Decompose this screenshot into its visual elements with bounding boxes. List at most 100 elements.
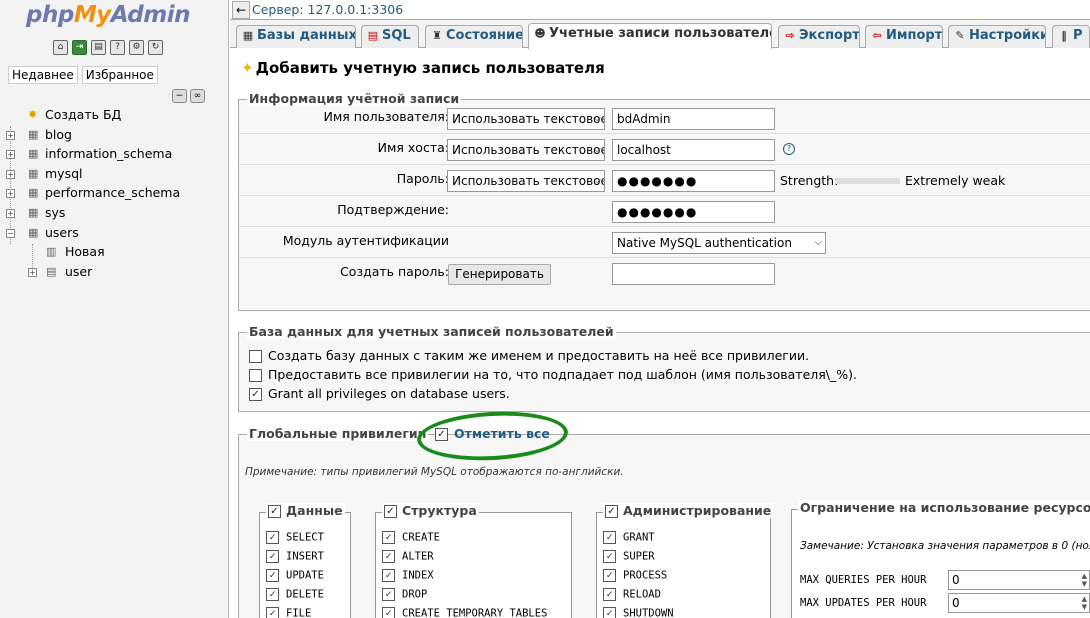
import-icon: ⇦: [872, 29, 882, 42]
username-row: Имя пользователя: Использовать текстовое…: [239, 103, 1090, 134]
auth-plugin-select[interactable]: Native MySQL authentication ⌵: [612, 232, 826, 254]
auth-plugin-row: Модуль аутентификации Native MySQL authe…: [239, 227, 1090, 258]
tree-item-users[interactable]: − ▦ users: [6, 224, 226, 244]
help-icon[interactable]: ?: [783, 143, 795, 155]
reload-icon[interactable]: ↻: [148, 40, 163, 55]
status-icon: ♜: [432, 29, 442, 42]
tab-databases[interactable]: ▦ Базы данных: [236, 25, 356, 48]
settings-icon[interactable]: ⚙: [129, 40, 144, 55]
priv-insert[interactable]: ✓ INSERT: [266, 550, 324, 563]
priv-drop[interactable]: ✓ DROP: [382, 588, 427, 601]
tree-item-blog[interactable]: + ▦ blog: [6, 126, 226, 146]
generate-password-button[interactable]: Генерировать: [448, 264, 551, 285]
checkbox[interactable]: [249, 369, 262, 382]
group-checkbox[interactable]: ✓: [384, 505, 397, 518]
checkbox-checked[interactable]: ✓: [249, 388, 262, 401]
expand-icon[interactable]: +: [28, 267, 37, 277]
check-all-toggle[interactable]: ✓ Отметить все: [435, 426, 550, 441]
priv-select[interactable]: ✓ SELECT: [266, 531, 324, 544]
exit-icon[interactable]: ⇥: [72, 40, 87, 55]
checkbox[interactable]: [249, 350, 262, 363]
priv-shutdown[interactable]: ✓ SHUTDOWN: [603, 607, 674, 618]
priv-update[interactable]: ✓ UPDATE: [266, 569, 324, 582]
expand-icon[interactable]: +: [6, 150, 15, 160]
privilege-group-data: ✓ Данные ✓ SELECT ✓ INSERT ✓ UPDATE ✓ DELETE …: [259, 503, 351, 618]
priv-index[interactable]: ✓ INDEX: [382, 569, 434, 582]
password-type-select[interactable]: Использовать текстовое поле⌵: [447, 170, 605, 192]
username-type-select[interactable]: Использовать текстовое поле⌵: [447, 108, 605, 130]
tree-item-performance-schema[interactable]: + ▦ performance_schema: [6, 184, 226, 204]
account-info-fieldset: Информация учётной записи Имя пользовате…: [238, 91, 1090, 311]
main-content: ✦ Добавить учетную запись пользователя Ин…: [231, 49, 1090, 618]
priv-grant[interactable]: ✓ GRANT: [603, 531, 655, 544]
tree-item-mysql[interactable]: + ▦ mysql: [6, 165, 226, 185]
priv-create[interactable]: ✓ CREATE: [382, 531, 440, 544]
server-breadcrumb[interactable]: Сервер: 127.0.0.1:3306: [252, 0, 403, 19]
link-with-main-icon[interactable]: ∞: [190, 89, 205, 103]
tab-settings[interactable]: ✎ Настройки: [948, 25, 1046, 48]
password-row: Пароль: Использовать текстовое поле⌵ ●●●…: [239, 165, 1090, 196]
priv-super[interactable]: ✓ SUPER: [603, 550, 655, 563]
create-same-name-db-option[interactable]: Создать базу данных с таким же именем и …: [249, 348, 809, 363]
generated-password-input[interactable]: [612, 263, 775, 285]
back-arrow-icon[interactable]: ←: [232, 1, 250, 19]
collapse-icon[interactable]: −: [6, 228, 15, 238]
priv-alter[interactable]: ✓ ALTER: [382, 550, 434, 563]
group-checkbox[interactable]: ✓: [268, 505, 281, 518]
page-title: ✦ Добавить учетную запись пользователя: [241, 59, 605, 77]
username-input[interactable]: bdAdmin: [612, 108, 775, 130]
sql-icon: ▤: [367, 29, 379, 42]
max-updates-label: MAX UPDATES PER HOUR: [800, 597, 927, 609]
confirm-password-input[interactable]: ●●●●●●●: [612, 201, 775, 223]
group-checkbox[interactable]: ✓: [605, 505, 618, 518]
database-icon: ▦: [242, 29, 254, 42]
grant-wildcard-option[interactable]: Предоставить все привилегии на то, что п…: [249, 367, 857, 382]
database-icon: ▦: [28, 186, 39, 200]
expand-icon[interactable]: +: [6, 208, 15, 218]
phpmyadmin-logo[interactable]: phpMyAdmin: [26, 2, 190, 28]
quick-links: ⌂ ⇥ ▤ ? ⚙ ↻: [53, 40, 163, 55]
priv-reload[interactable]: ✓ RELOAD: [603, 588, 661, 601]
tab-export[interactable]: ⇨ Экспорт: [778, 25, 860, 48]
hostname-type-select[interactable]: Использовать текстовое поле⌵: [447, 139, 605, 161]
password-input[interactable]: ●●●●●●●: [612, 170, 775, 192]
tree-item-sys[interactable]: + ▦ sys: [6, 204, 226, 224]
chevron-down-icon: ⌵: [593, 144, 601, 155]
main-tabs: ▦ Базы данных ▤ SQL ♜ Состояние ☻ Учетные за…: [230, 20, 1090, 49]
tab-import[interactable]: ⇦ Импорт: [865, 25, 943, 48]
max-queries-input[interactable]: 0 ▲ ▼: [948, 570, 1090, 590]
expand-icon[interactable]: +: [6, 189, 15, 199]
database-icon: ▦: [28, 205, 39, 219]
tree-item-create-db[interactable]: ✸ Создать БД: [6, 106, 226, 126]
max-updates-input[interactable]: 0 ▲ ▼: [948, 593, 1090, 613]
query-window-icon[interactable]: ▤: [91, 40, 106, 55]
priv-delete[interactable]: ✓ DELETE: [266, 588, 324, 601]
recent-tab[interactable]: Недавнее: [8, 66, 78, 84]
collapse-all-icon[interactable]: −: [172, 89, 187, 103]
tree-item-user-table[interactable]: + ▤ user: [6, 263, 226, 283]
home-icon[interactable]: ⌂: [53, 40, 68, 55]
tree-item-information-schema[interactable]: + ▦ information_schema: [6, 145, 226, 165]
checkbox-checked[interactable]: ✓: [435, 428, 448, 441]
strength-meter: [836, 178, 900, 184]
chevron-down-icon: ⌵: [593, 175, 601, 186]
tab-user-accounts[interactable]: ☻ Учетные записи пользователей: [528, 23, 772, 49]
database-icon: ▦: [28, 147, 39, 161]
sql-docs-icon[interactable]: ?: [110, 40, 125, 55]
spinner-icon[interactable]: ▲ ▼: [1082, 572, 1087, 588]
tab-replication[interactable]: ‖ Р: [1052, 25, 1090, 48]
favorites-tab[interactable]: Избранное: [81, 66, 158, 84]
expand-icon[interactable]: +: [6, 169, 15, 179]
priv-create-temporary-tables[interactable]: ✓ CREATE TEMPORARY TABLES: [382, 607, 547, 618]
hostname-input[interactable]: localhost: [612, 139, 775, 161]
spinner-icon[interactable]: ▲ ▼: [1082, 595, 1087, 611]
priv-file[interactable]: ✓ FILE: [266, 607, 311, 618]
priv-process[interactable]: ✓ PROCESS: [603, 569, 667, 582]
tree-item-new-table[interactable]: ▥ Новая: [6, 243, 226, 263]
grant-all-on-db-option[interactable]: ✓ Grant all privileges on database users.: [249, 386, 510, 401]
expand-icon[interactable]: +: [6, 130, 15, 140]
tab-status[interactable]: ♜ Состояние: [425, 25, 523, 48]
tab-sql[interactable]: ▤ SQL: [361, 25, 419, 48]
database-icon: ▦: [28, 225, 39, 239]
navigation-panel: phpMyAdmin ⌂ ⇥ ▤ ? ⚙ ↻ Недавнее Избранно…: [0, 0, 229, 618]
